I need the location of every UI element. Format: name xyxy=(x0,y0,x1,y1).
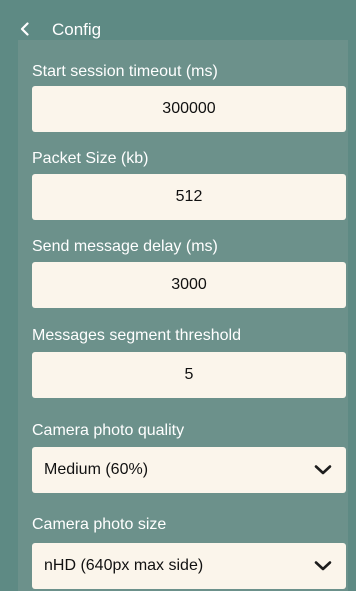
send-message-delay-input[interactable]: 3000 xyxy=(32,262,346,308)
camera-photo-size-value: nHD (640px max side) xyxy=(44,557,204,574)
camera-photo-quality-label: Camera photo quality xyxy=(32,422,185,439)
packet-size-label: Packet Size (kb) xyxy=(32,150,149,167)
send-message-delay-label: Send message delay (ms) xyxy=(32,238,218,255)
page-title: Config xyxy=(52,20,102,39)
start-session-timeout-label: Start session timeout (ms) xyxy=(32,63,218,80)
camera-photo-size-select[interactable]: nHD (640px max side) xyxy=(32,543,346,589)
chevron-down-icon xyxy=(314,560,332,572)
camera-photo-quality-value: Medium (60%) xyxy=(44,461,149,478)
app-header: Config xyxy=(0,0,356,42)
camera-photo-size-label: Camera photo size xyxy=(32,516,167,533)
camera-photo-quality-select[interactable]: Medium (60%) xyxy=(32,447,346,493)
chevron-left-icon xyxy=(18,21,32,41)
packet-size-input[interactable]: 512 xyxy=(32,174,346,220)
messages-segment-threshold-label: Messages segment threshold xyxy=(32,327,241,344)
start-session-timeout-input[interactable]: 300000 xyxy=(32,86,346,132)
messages-segment-threshold-input[interactable]: 5 xyxy=(32,352,346,398)
chevron-down-icon xyxy=(314,464,332,476)
